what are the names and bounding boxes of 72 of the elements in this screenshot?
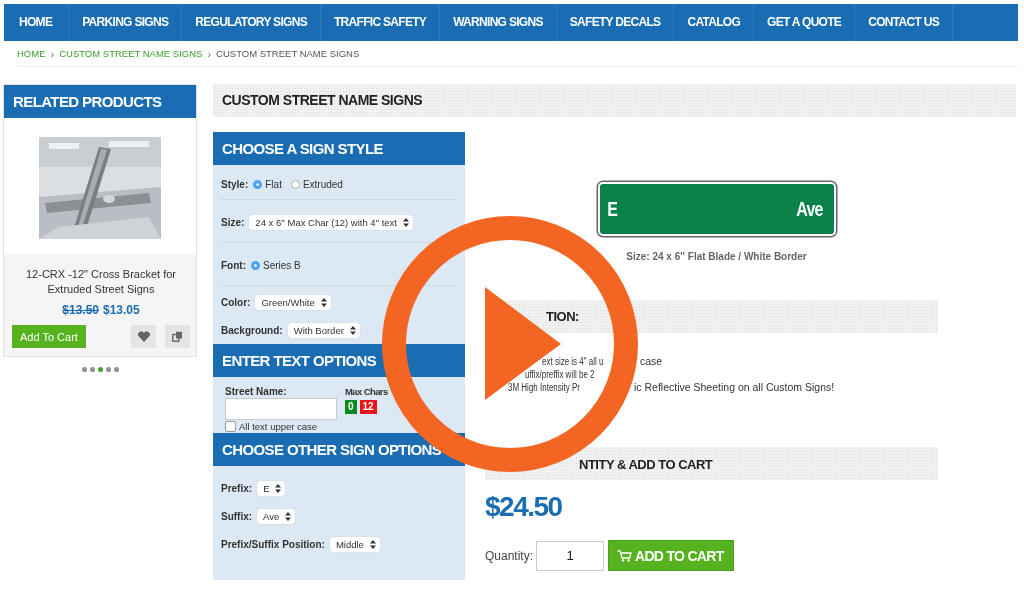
- dropdown[interactable]: Ave: [257, 508, 296, 524]
- old-price: $13.50: [62, 303, 99, 317]
- field-label: Style:: [221, 178, 249, 190]
- carousel-dot[interactable]: [113, 367, 119, 372]
- nav-link[interactable]: HOME: [4, 4, 70, 41]
- dropdown[interactable]: E: [257, 480, 286, 496]
- nav-link[interactable]: GET A QUOTE: [754, 4, 856, 41]
- nav-link[interactable]: PARKING SIGNS: [69, 4, 183, 41]
- page-title: CUSTOM STREET NAME SIGNS: [213, 84, 1016, 117]
- updown-icon: [275, 483, 282, 493]
- nav-link[interactable]: TRAFFIC SAFETY: [320, 4, 441, 41]
- field-label: Size:: [221, 216, 245, 228]
- carousel-dot[interactable]: [97, 367, 103, 372]
- street-name-field[interactable]: [225, 398, 337, 420]
- count-badge: 12: [359, 400, 377, 414]
- quantity-label: Quantity:: [485, 548, 534, 563]
- compare-icon: [172, 331, 183, 342]
- dropdown[interactable]: Green/White: [255, 294, 331, 310]
- radio-option[interactable]: Extruded: [290, 178, 343, 190]
- field-label: Street Name:: [225, 386, 288, 397]
- updown-icon: [320, 297, 327, 307]
- carousel-dot[interactable]: [89, 367, 95, 372]
- wishlist-button[interactable]: [131, 325, 156, 348]
- nav-link[interactable]: WARNING SIGNS: [440, 4, 557, 41]
- updown-icon: [403, 217, 409, 227]
- breadcrumb-link[interactable]: HOME: [17, 48, 46, 59]
- carousel-dot[interactable]: [81, 367, 87, 372]
- field-label: Suffix:: [221, 510, 253, 522]
- nav-link[interactable]: CONTACT US: [855, 4, 953, 41]
- product-name[interactable]: 12-CRX -12" Cross Bracket for Extruded Street Signs: [12, 267, 190, 297]
- field-label: Background:: [221, 324, 283, 336]
- nav-link[interactable]: REGULATORY SIGNS: [182, 4, 321, 41]
- product-price: $13.05: [103, 303, 140, 317]
- dropdown[interactable]: With Border: [287, 322, 360, 338]
- breadcrumb-current: CUSTOM STREET NAME SIGNS: [216, 48, 360, 59]
- sign-caption: Size: 24 x 6'' Flat Blade / White Border: [625, 251, 808, 262]
- field-label: Color:: [221, 296, 251, 308]
- nav-link[interactable]: SAFETY DECALS: [556, 4, 675, 41]
- updown-icon: [369, 539, 376, 549]
- section-heading: CHOOSE A SIGN STYLE: [213, 132, 465, 165]
- carousel-dot[interactable]: [105, 367, 111, 372]
- section-heading: CHOOSE OTHER SIGN OPTIONS: [213, 433, 465, 466]
- bullet-text: case: [640, 355, 663, 368]
- radio-option[interactable]: Flat: [253, 178, 282, 190]
- radio-option[interactable]: Series B: [251, 259, 301, 271]
- nav-link[interactable]: CATALOG: [674, 4, 755, 41]
- cart-icon: [617, 549, 633, 562]
- updown-icon: [349, 325, 356, 335]
- breadcrumb-separator: ›: [50, 47, 55, 60]
- field-label: Font:: [221, 259, 246, 271]
- sign-text: Ave: [795, 197, 823, 221]
- section-heading: RELATED PRODUCTS: [4, 85, 196, 118]
- bullet-text: uffix/preffix will be 2: [525, 368, 595, 381]
- field-label: Max Chars: [345, 386, 388, 397]
- price: $24.50: [485, 491, 563, 523]
- dropdown[interactable]: Middle: [329, 536, 380, 552]
- dropdown[interactable]: 24 x 6'' Max Char (12) with 4" text: [249, 214, 413, 230]
- bullet-text: ext size is 4" all u: [542, 355, 604, 368]
- updown-icon: [285, 511, 292, 521]
- breadcrumb-separator: ›: [207, 47, 212, 60]
- field-label: Prefix/Suffix Position:: [221, 538, 325, 550]
- bullet-text: 3M High Intensity Pr: [508, 381, 581, 394]
- section-heading: ENTER TEXT OPTIONS: [213, 344, 465, 377]
- bullet-text: ic Reflective Sheeting on all Custom Signs!: [634, 381, 835, 394]
- heart-icon: [137, 331, 150, 342]
- count-badge: 0: [345, 400, 357, 414]
- checkbox-option[interactable]: All text upper case: [225, 421, 337, 432]
- quantity-field[interactable]: 1: [536, 540, 605, 571]
- field-label: Prefix:: [221, 482, 253, 494]
- compare-button[interactable]: [165, 325, 190, 348]
- breadcrumb-link[interactable]: CUSTOM STREET NAME SIGNS: [59, 48, 203, 59]
- sign-text: E: [606, 197, 617, 221]
